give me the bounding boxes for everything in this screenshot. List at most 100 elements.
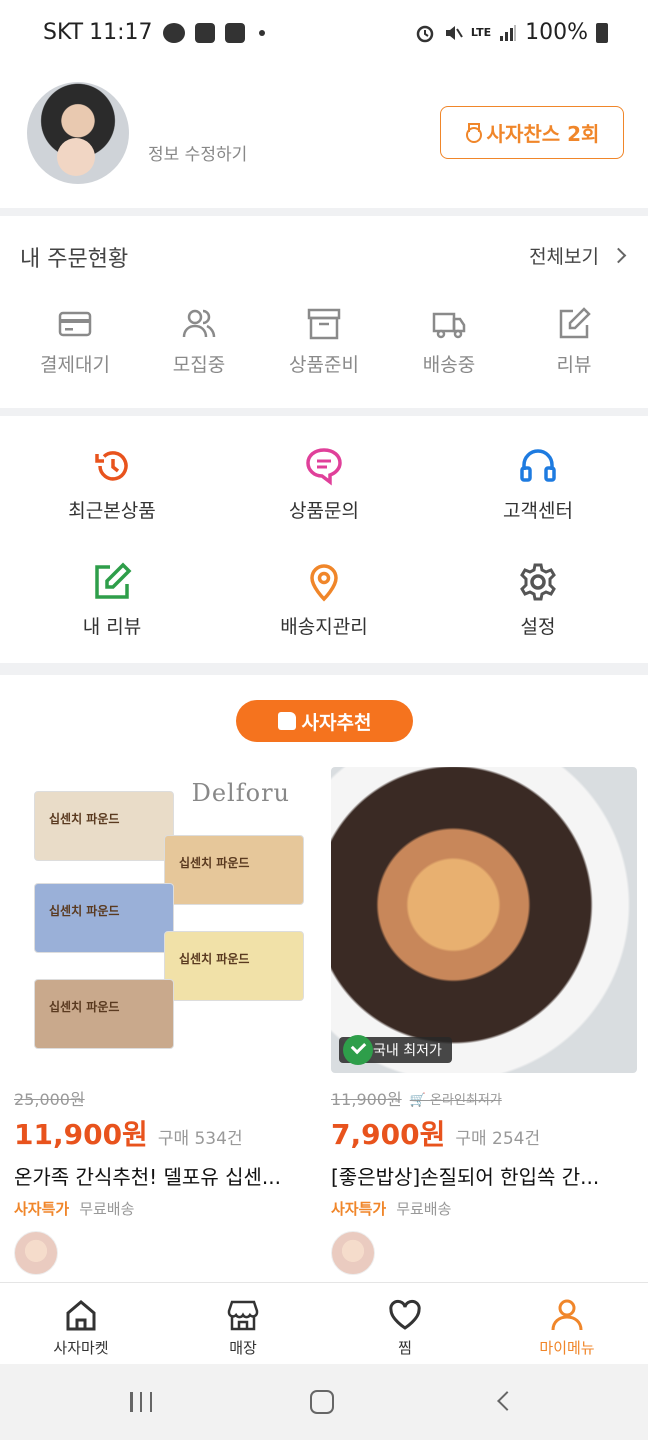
- purchase-count: 구매 254건: [455, 1129, 541, 1149]
- edit-profile-link[interactable]: 정보 수정하기: [148, 140, 247, 165]
- mute-icon: [445, 25, 463, 40]
- product-title[interactable]: [좋은밥상]손질되어 한입쏙 간...: [331, 1161, 631, 1190]
- special-price-tag: 사자특가: [14, 1200, 70, 1218]
- order-status-review[interactable]: 리뷰: [519, 306, 629, 377]
- recommend-label: 사자추천: [301, 711, 372, 734]
- product-brand-logo: Delforu: [191, 779, 290, 807]
- gear-icon: [520, 563, 556, 601]
- headset-icon: [520, 449, 556, 482]
- lion-chance-button[interactable]: 사자찬스 2회: [440, 106, 624, 159]
- menu-label: 최근본상품: [68, 500, 156, 522]
- home-icon: [66, 1300, 96, 1331]
- alarm-icon: [416, 25, 434, 42]
- menu-label: 고객센터: [503, 500, 573, 522]
- person-icon: [551, 1299, 583, 1331]
- section-divider: [0, 208, 648, 216]
- order-status-shipping[interactable]: 배송중: [394, 306, 504, 377]
- order-status-title: 내 주문현황: [20, 247, 129, 272]
- lowest-price-badge: 국내 최저가: [339, 1035, 452, 1065]
- gallery-notification-icon: [194, 22, 215, 43]
- menu-address-management[interactable]: 배송지관리: [224, 562, 424, 639]
- history-icon: [95, 451, 128, 481]
- more-notifications-icon: [258, 29, 265, 36]
- menu-label: 배송지관리: [280, 616, 368, 638]
- lion-chance-label: 사자찬스 2회: [486, 122, 600, 146]
- product-pack: 십센치 파운드: [34, 791, 174, 861]
- menu-label: 상품문의: [289, 500, 359, 522]
- check-badge-icon: [343, 1035, 373, 1065]
- battery-percent: 100%: [525, 20, 588, 45]
- menu-settings[interactable]: 설정: [438, 562, 638, 639]
- product-card[interactable]: Delforu 십센치 파운드 십센치 파운드 십센치 파운드 십센치 파운드 …: [14, 767, 320, 1275]
- battery-icon: [596, 22, 608, 43]
- box-icon: [307, 308, 341, 340]
- order-status-pending-payment[interactable]: 결제대기: [20, 306, 130, 377]
- menu-my-reviews[interactable]: 내 리뷰: [12, 562, 212, 639]
- online-lowest-price-label: 🛒 온라인최저가: [409, 1092, 502, 1108]
- order-status-label: 상품준비: [289, 354, 359, 376]
- free-shipping-tag: 무료배송: [79, 1200, 135, 1218]
- seller-avatar[interactable]: [14, 1231, 58, 1275]
- card-icon: [58, 311, 92, 337]
- original-price: 25,000원: [14, 1090, 85, 1109]
- message-notification-icon: [224, 22, 245, 43]
- sale-price: 11,900원: [14, 1118, 148, 1151]
- nav-label: 마이메뉴: [539, 1339, 595, 1357]
- seller-avatar[interactable]: [331, 1231, 375, 1275]
- order-status-preparing[interactable]: 상품준비: [269, 306, 379, 377]
- order-status-recruiting[interactable]: 모집중: [144, 306, 254, 377]
- nav-wishlist[interactable]: 찜: [324, 1283, 486, 1364]
- profile-section: 정보 수정하기 사자찬스 2회: [0, 66, 648, 210]
- menu-recently-viewed[interactable]: 최근본상품: [12, 446, 212, 523]
- chevron-right-icon: [610, 247, 627, 264]
- carrier-label: SKT: [43, 20, 84, 45]
- menu-label: 내 리뷰: [82, 616, 142, 638]
- special-price-tag: 사자특가: [331, 1200, 387, 1218]
- nav-label: 찜: [398, 1339, 412, 1357]
- bottom-navigation: 사자마켓 매장 찜 마이메뉴: [0, 1282, 648, 1364]
- back-button[interactable]: [497, 1391, 517, 1411]
- view-all-link[interactable]: 전체보기: [529, 242, 627, 269]
- view-all-label: 전체보기: [529, 246, 599, 268]
- product-pack: 십센치 파운드: [34, 979, 174, 1049]
- product-image[interactable]: 국내 최저가: [331, 767, 637, 1073]
- status-right: LTE 100%: [415, 20, 608, 45]
- purchase-count: 구매 534건: [157, 1129, 243, 1149]
- section-divider: [0, 663, 648, 675]
- edit-icon: [559, 307, 591, 339]
- menu-customer-center[interactable]: 고객센터: [438, 446, 638, 523]
- free-shipping-tag: 무료배송: [396, 1200, 452, 1218]
- product-title[interactable]: 온가족 간식추천! 델포유 십센...: [14, 1161, 314, 1190]
- original-price: 11,900원 🛒 온라인최저가: [331, 1090, 502, 1109]
- store-icon: [227, 1300, 259, 1331]
- sale-price: 7,900원: [331, 1118, 446, 1151]
- clock: 11:17: [89, 20, 153, 45]
- nav-my-menu[interactable]: 마이메뉴: [486, 1283, 648, 1364]
- nav-label: 매장: [229, 1339, 257, 1357]
- status-left: SKT 11:17: [43, 20, 265, 45]
- lion-recommend-badge: 사자추천: [236, 700, 413, 742]
- menu-label: 설정: [520, 616, 556, 638]
- recent-apps-button[interactable]: [130, 1392, 152, 1412]
- location-icon: [310, 564, 338, 602]
- home-button[interactable]: [310, 1390, 334, 1414]
- order-status-label: 리뷰: [556, 354, 592, 376]
- product-image[interactable]: Delforu 십센치 파운드 십센치 파운드 십센치 파운드 십센치 파운드 …: [14, 767, 320, 1073]
- product-pack: 십센치 파운드: [164, 835, 304, 905]
- truck-icon: [432, 312, 466, 339]
- nav-label: 사자마켓: [53, 1339, 109, 1357]
- order-status-label: 배송중: [422, 354, 476, 376]
- review-icon: [95, 562, 132, 599]
- thumbs-up-icon: [277, 712, 296, 730]
- order-status-label: 결제대기: [40, 354, 110, 376]
- section-divider: [0, 408, 648, 416]
- nav-store[interactable]: 매장: [162, 1283, 324, 1364]
- product-card[interactable]: 국내 최저가 11,900원 🛒 온라인최저가 7,900원 구매 254건 […: [331, 767, 637, 1275]
- network-type: LTE: [470, 25, 492, 39]
- product-pack: 십센치 파운드: [164, 931, 304, 1001]
- users-icon: [182, 309, 216, 338]
- menu-product-inquiry[interactable]: 상품문의: [224, 446, 424, 523]
- avatar[interactable]: [27, 82, 129, 184]
- signal-icon: [500, 24, 517, 41]
- nav-lion-market[interactable]: 사자마켓: [0, 1283, 162, 1364]
